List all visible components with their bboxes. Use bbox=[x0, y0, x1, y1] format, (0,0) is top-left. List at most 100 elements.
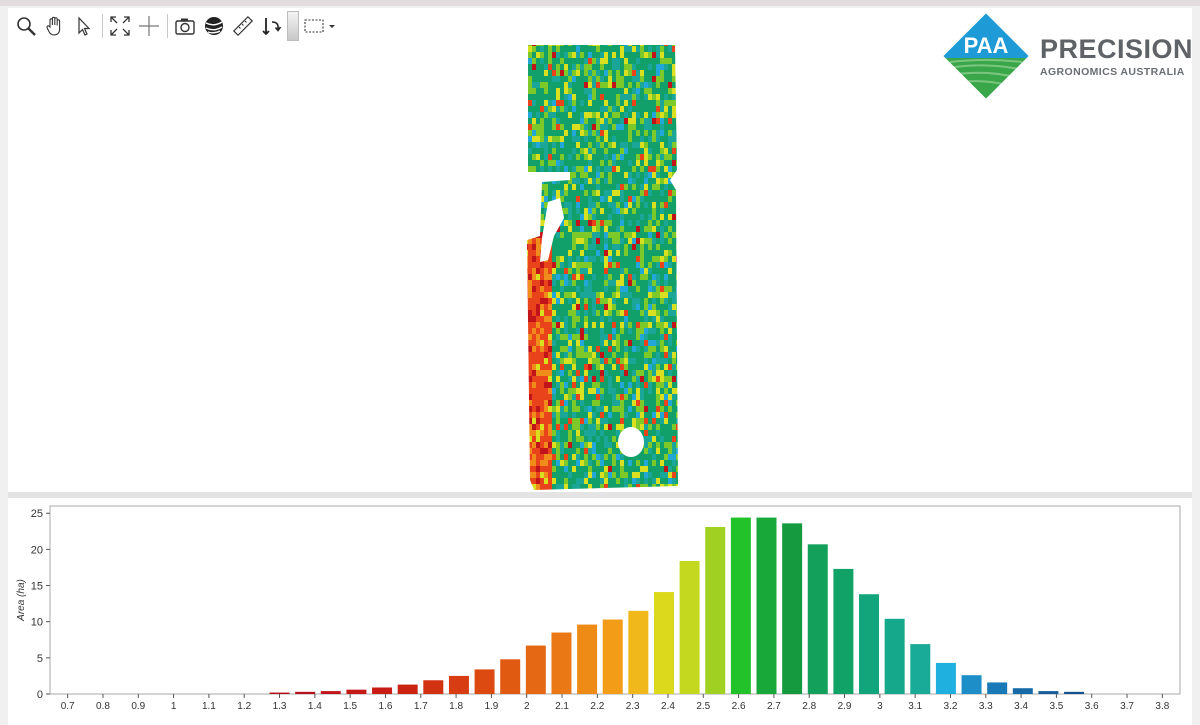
rotate-button[interactable] bbox=[258, 12, 285, 40]
toolbar-separator bbox=[102, 14, 103, 38]
histogram-bar bbox=[551, 632, 572, 694]
histogram-bar bbox=[500, 659, 521, 694]
histogram-bar bbox=[1012, 688, 1033, 694]
histogram-bar bbox=[320, 691, 341, 694]
y-tick-label: 20 bbox=[31, 544, 43, 556]
histogram-bar bbox=[602, 619, 623, 694]
zoom-icon bbox=[16, 17, 36, 36]
histogram-bar bbox=[910, 644, 931, 694]
x-tick-label: 1.4 bbox=[308, 701, 322, 712]
histogram-bar bbox=[1064, 691, 1085, 694]
x-tick-label: 2.1 bbox=[555, 701, 569, 712]
selection-dropdown-button[interactable] bbox=[327, 12, 337, 40]
histogram-bar bbox=[884, 618, 905, 694]
crosshair-icon bbox=[138, 16, 159, 36]
histogram-bar bbox=[628, 610, 649, 694]
y-tick-label: 15 bbox=[31, 581, 43, 593]
globe-button[interactable] bbox=[200, 12, 227, 40]
map-toolbar bbox=[12, 10, 339, 42]
x-tick-label: 3.5 bbox=[1049, 701, 1063, 712]
logo-badge-text: PAA bbox=[964, 33, 1009, 58]
x-tick-label: 3.2 bbox=[944, 701, 958, 712]
x-tick-label: 2 bbox=[524, 701, 530, 712]
rotate-icon bbox=[261, 18, 281, 36]
y-tick-label: 0 bbox=[37, 689, 43, 701]
x-tick-label: 0.9 bbox=[131, 701, 145, 712]
zoom-extents-button[interactable] bbox=[106, 12, 133, 40]
field-exclusion-zone bbox=[618, 427, 644, 457]
histogram-bar bbox=[397, 684, 418, 694]
y-tick-label: 25 bbox=[31, 508, 43, 520]
x-tick-label: 2.4 bbox=[661, 701, 675, 712]
histogram-bar bbox=[730, 517, 751, 694]
x-tick-label: 2.8 bbox=[802, 701, 816, 712]
selection-tool-button[interactable] bbox=[303, 12, 325, 40]
x-tick-label: 1.7 bbox=[414, 701, 428, 712]
x-tick-label: 3.6 bbox=[1085, 701, 1099, 712]
x-tick-label: 3.8 bbox=[1155, 701, 1169, 712]
screenshot-button[interactable] bbox=[171, 12, 198, 40]
area-histogram-chart: 0 5 10 15 20 25 Area (ha) 0.7 0.8 0.9 1 1.1 1.2 1.3 1.… bbox=[16, 505, 1181, 712]
histogram-bar bbox=[295, 691, 316, 694]
histogram-bar bbox=[987, 682, 1008, 694]
histogram-bar bbox=[705, 526, 726, 694]
histogram-bar bbox=[474, 669, 495, 694]
x-tick-label: 1.8 bbox=[449, 701, 463, 712]
x-tick-label: 1.6 bbox=[379, 701, 393, 712]
x-tick-label: 3.1 bbox=[908, 701, 922, 712]
histogram-bar bbox=[372, 687, 393, 694]
x-tick-label: 0.8 bbox=[96, 701, 110, 712]
x-tick-label: 2.7 bbox=[767, 701, 781, 712]
dropdown-arrow-icon bbox=[329, 25, 335, 28]
x-tick-label: 1.1 bbox=[202, 701, 216, 712]
histogram-bar bbox=[807, 544, 828, 694]
selection-rectangle-icon bbox=[304, 19, 324, 33]
ruler-icon bbox=[232, 15, 253, 37]
x-tick-label: 2.2 bbox=[590, 701, 604, 712]
x-tick-label: 2.6 bbox=[732, 701, 746, 712]
x-tick-label: 1 bbox=[171, 701, 177, 712]
measure-button[interactable] bbox=[229, 12, 256, 40]
x-tick-label: 3.7 bbox=[1120, 701, 1134, 712]
histogram-bar bbox=[653, 592, 674, 694]
histogram-bar bbox=[961, 675, 982, 694]
histogram-bar bbox=[269, 692, 290, 694]
logo-title: PRECISION bbox=[1040, 34, 1194, 64]
histogram-bar bbox=[448, 675, 469, 694]
histogram-bar bbox=[577, 624, 598, 694]
x-tick-label: 2.3 bbox=[626, 701, 640, 712]
pan-tool-button[interactable] bbox=[41, 12, 68, 40]
histogram-bar bbox=[525, 645, 546, 694]
heatmap-cells bbox=[527, 45, 678, 490]
y-tick-label: 10 bbox=[31, 617, 43, 629]
crosshair-button[interactable] bbox=[135, 12, 162, 40]
x-tick-label: 1.3 bbox=[273, 701, 287, 712]
histogram-bar bbox=[423, 680, 444, 694]
histogram-bar bbox=[782, 523, 803, 694]
application-window: PAA PRECISION AGRONOMICS AUSTRALIA 0 5 10 1… bbox=[0, 0, 1200, 725]
company-logo: PAA PRECISION AGRONOMICS AUSTRALIA bbox=[940, 10, 1195, 102]
x-tick-label: 0.7 bbox=[61, 701, 75, 712]
pan-hand-icon bbox=[45, 16, 60, 36]
select-tool-button[interactable] bbox=[70, 12, 97, 40]
x-tick-label: 1.9 bbox=[484, 701, 498, 712]
zoom-tool-button[interactable] bbox=[12, 12, 39, 40]
histogram-bar bbox=[756, 517, 777, 694]
y-tick-label: 5 bbox=[37, 653, 43, 665]
x-tick-label: 3 bbox=[877, 701, 883, 712]
yield-heatmap[interactable] bbox=[520, 40, 690, 495]
histogram-bar bbox=[859, 594, 880, 694]
histogram-bar bbox=[833, 568, 854, 694]
histogram-bar bbox=[1038, 691, 1059, 694]
toolbar-separator bbox=[167, 14, 168, 38]
globe-icon bbox=[204, 17, 223, 35]
y-axis-label: Area (ha) bbox=[16, 579, 27, 622]
logo-subtitle: AGRONOMICS AUSTRALIA bbox=[1040, 66, 1185, 78]
histogram-bar bbox=[346, 689, 367, 694]
paa-badge-icon: PAA bbox=[940, 10, 1032, 102]
x-tick-label: 1.5 bbox=[343, 701, 357, 712]
x-tick-label: 3.3 bbox=[979, 701, 993, 712]
toolbar-grip[interactable] bbox=[287, 11, 299, 41]
window-top-border bbox=[0, 0, 1200, 6]
histogram-bar bbox=[679, 560, 700, 694]
